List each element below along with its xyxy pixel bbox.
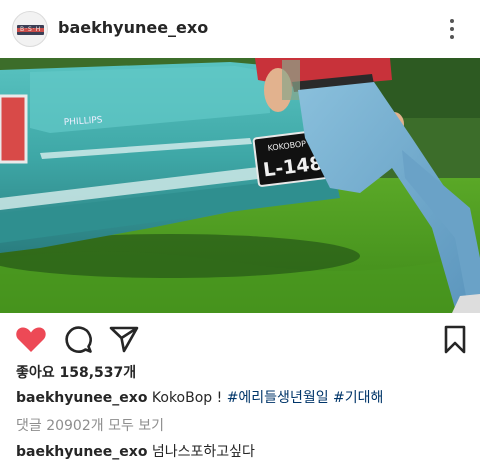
comment-text: 넘나스포하고싶다 xyxy=(151,444,255,460)
caption-username[interactable]: baekhyunee_exo xyxy=(16,390,147,406)
post-username[interactable]: baekhyunee_exo xyxy=(58,17,208,39)
likes-number: 158,537개 xyxy=(59,365,137,381)
bookmark-icon[interactable] xyxy=(438,322,472,356)
hashtag-link[interactable]: #기대해 xyxy=(333,390,383,406)
heart-icon[interactable] xyxy=(14,322,48,356)
post-actions xyxy=(0,318,480,360)
share-icon[interactable] xyxy=(107,322,141,356)
likes-label: 좋아요 xyxy=(16,365,55,381)
car-photo-illustration: PHILLIPS KOKOBOP L-1485 xyxy=(0,58,480,313)
more-options-icon[interactable] xyxy=(444,16,460,42)
likes-count[interactable]: 좋아요 158,537개 xyxy=(16,363,136,383)
post-header: B·S·H baekhyunee_exo xyxy=(0,0,480,58)
view-all-comments-link[interactable]: 댓글 20902개 모두 보기 xyxy=(16,416,164,436)
comment-item: baekhyunee_exo 넘나스포하고싶다 xyxy=(16,442,255,462)
avatar-logo-text: B·S·H xyxy=(20,26,42,33)
comment-username[interactable]: baekhyunee_exo xyxy=(16,444,147,460)
avatar[interactable]: B·S·H xyxy=(12,11,48,47)
hashtag-link[interactable]: #에리들생년월일 xyxy=(227,390,329,406)
comment-icon[interactable] xyxy=(61,322,95,356)
post-caption: baekhyunee_exo KokoBop ! #에리들생년월일 #기대해 xyxy=(16,388,383,408)
post-photo[interactable]: PHILLIPS KOKOBOP L-1485 xyxy=(0,58,480,313)
caption-text: KokoBop ! xyxy=(151,390,227,406)
